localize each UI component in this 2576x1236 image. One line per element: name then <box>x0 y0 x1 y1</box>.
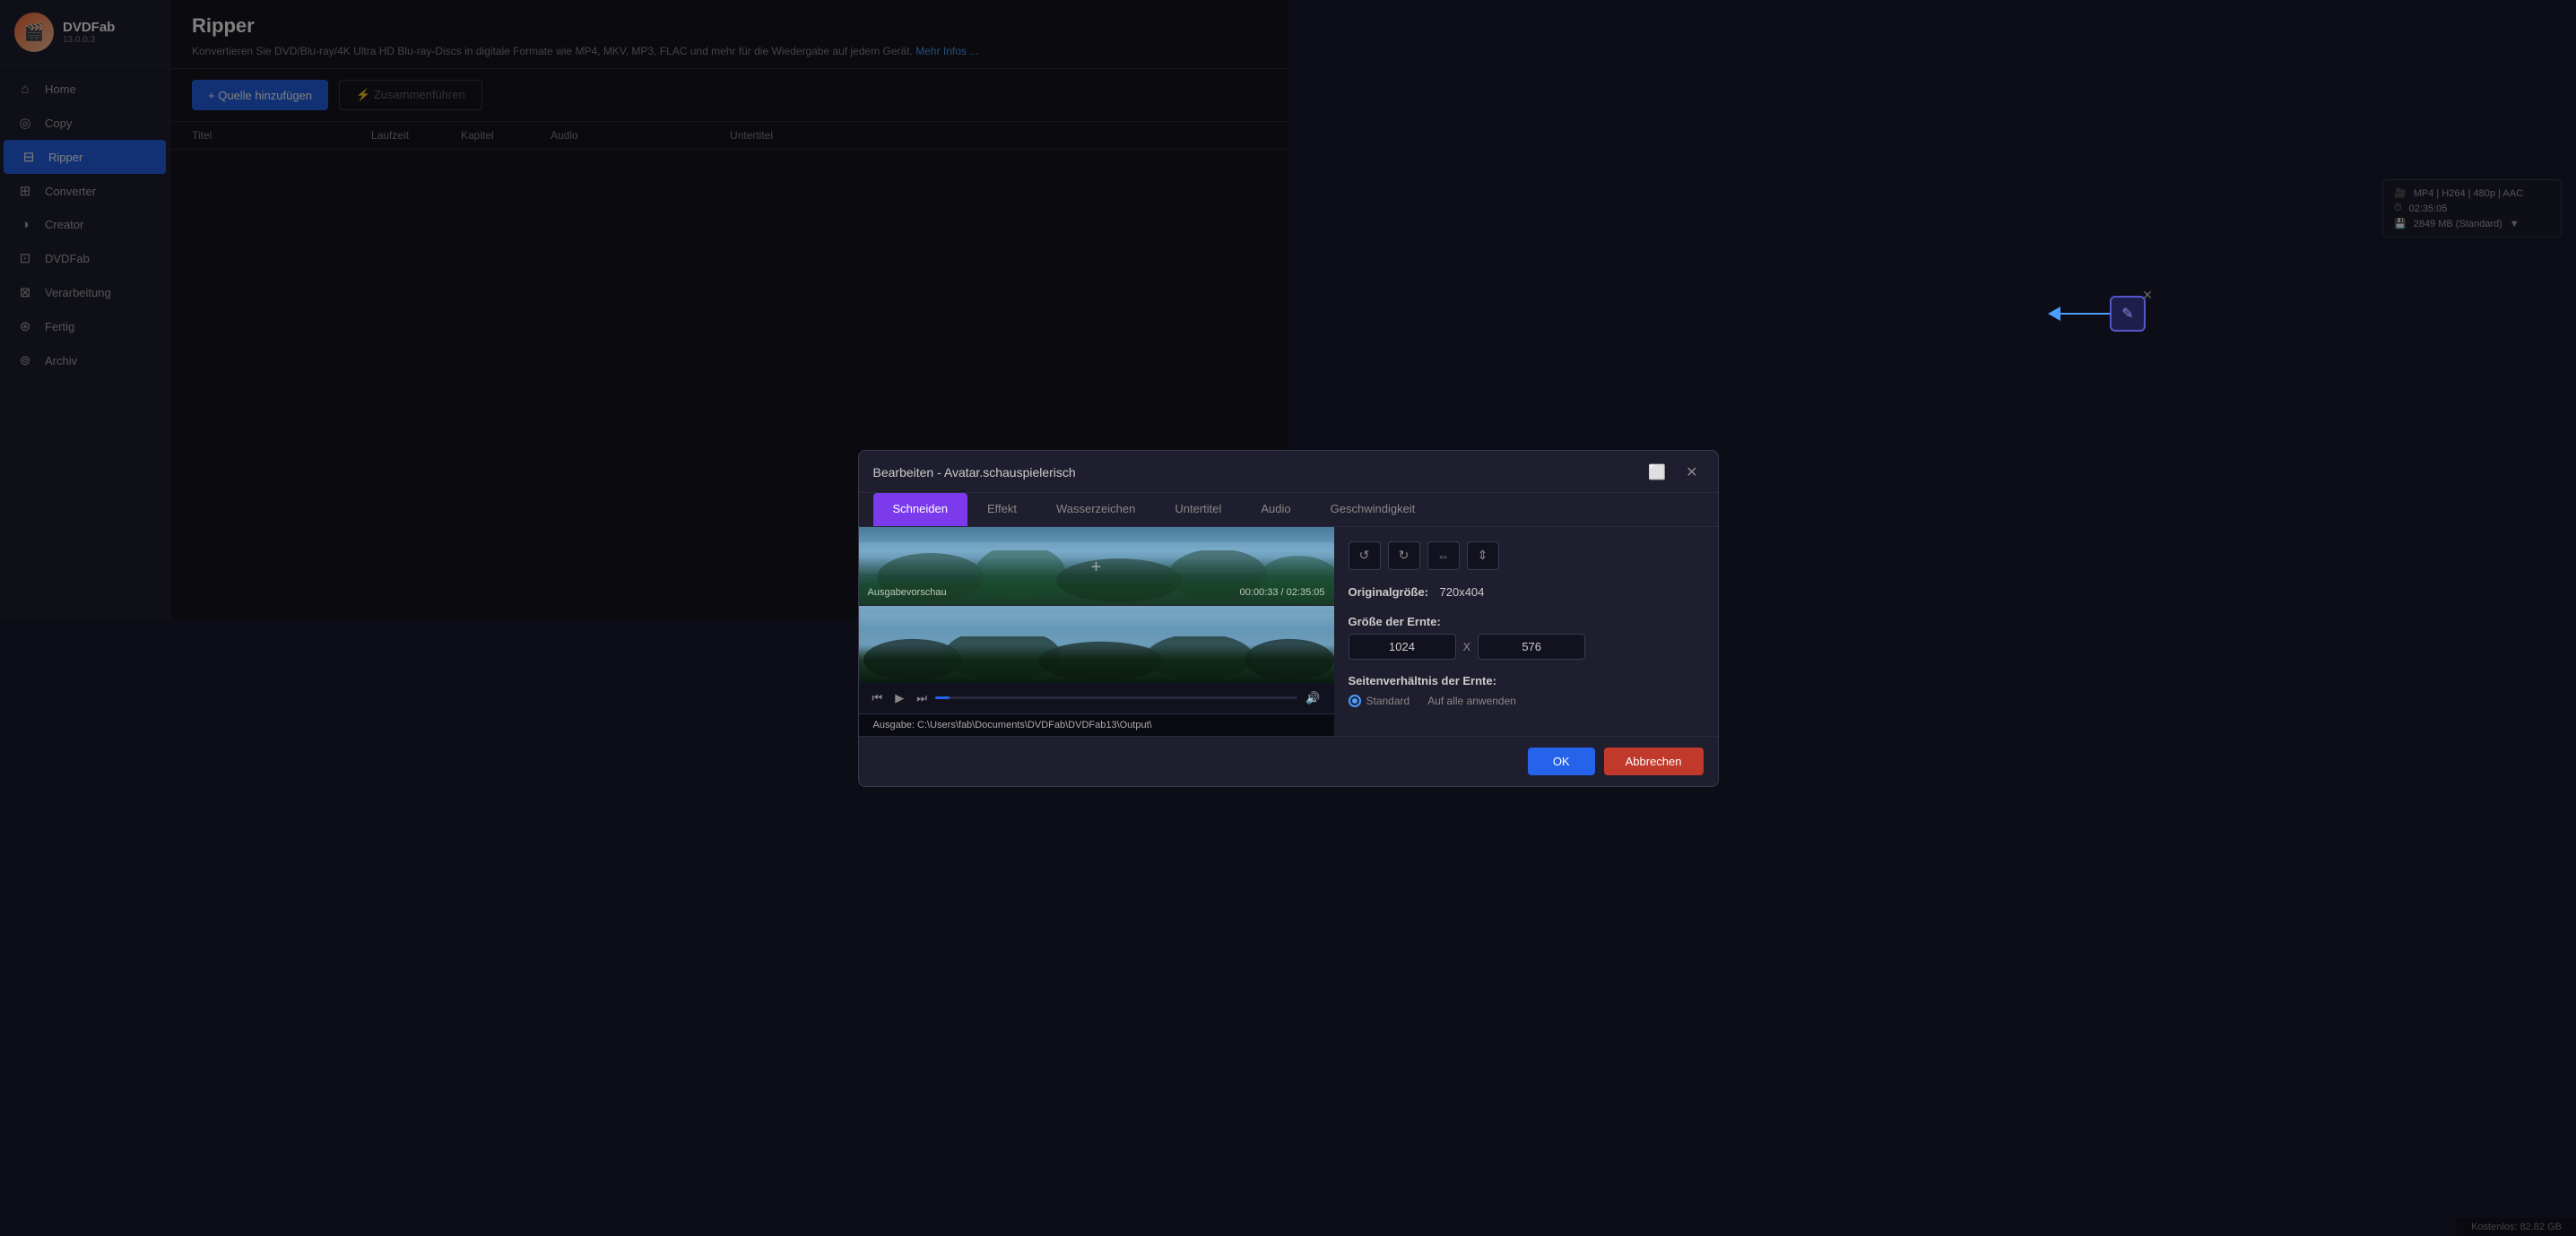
tab-wasserzeichen[interactable]: Wasserzeichen <box>1036 493 1155 526</box>
dialog-tabs: Schneiden Effekt Wasserzeichen Untertite… <box>859 493 1288 527</box>
video-top-frame: Ausgabevorschau 00:00:33 / 02:35:05 + <box>859 527 1288 605</box>
video-bottom-frame <box>859 606 1288 619</box>
video-label: Ausgabevorschau <box>868 587 947 598</box>
video-preview-area: Ausgabevorschau 00:00:33 / 02:35:05 + <box>859 527 1288 619</box>
mist-overlay-bottom <box>859 613 1288 618</box>
video-add-button[interactable]: + <box>1091 557 1102 578</box>
tab-effekt[interactable]: Effekt <box>967 493 1036 526</box>
dialog-title: Bearbeiten - Avatar.schauspielerisch <box>873 465 1076 480</box>
tab-audio[interactable]: Audio <box>1241 493 1288 526</box>
video-preview: Ausgabevorschau 00:00:33 / 02:35:05 + <box>859 527 1288 619</box>
dialog-title-bar: Bearbeiten - Avatar.schauspielerisch ⬜ ✕ <box>859 451 1288 493</box>
video-time: 00:00:33 / 02:35:05 <box>1240 587 1288 598</box>
dialog-body: Ausgabevorschau 00:00:33 / 02:35:05 + <box>859 527 1288 619</box>
tab-schneiden[interactable]: Schneiden <box>873 493 967 526</box>
main-content: Ripper Konvertieren Sie DVD/Blu-ray/4K U… <box>170 0 1288 618</box>
tab-untertitel[interactable]: Untertitel <box>1155 493 1241 526</box>
dialog-overlay: Bearbeiten - Avatar.schauspielerisch ⬜ ✕… <box>170 0 1288 618</box>
edit-dialog: Bearbeiten - Avatar.schauspielerisch ⬜ ✕… <box>858 450 1288 619</box>
